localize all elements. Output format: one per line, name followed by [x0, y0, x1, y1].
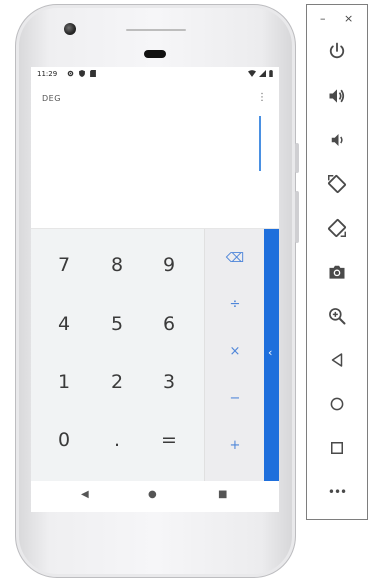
battery-icon: [269, 70, 273, 77]
front-camera: [64, 23, 76, 35]
volume-up-button[interactable]: [324, 83, 350, 109]
back-triangle-icon: [331, 353, 343, 367]
close-button[interactable]: ×: [344, 12, 353, 25]
screenshot-button[interactable]: [324, 259, 350, 285]
zoom-button[interactable]: [324, 303, 350, 329]
rotate-right-icon: [328, 219, 346, 237]
rotate-right-button[interactable]: [324, 215, 350, 241]
overview-square-icon: [331, 442, 343, 454]
phone-screen: 11:29 DEG ⋮ 7 8 9 4 5 6 1 2 3 0 . = ⌫ ÷: [31, 67, 279, 512]
sd-card-icon: [90, 70, 96, 77]
status-notification-icons: [67, 70, 96, 77]
back-button[interactable]: [324, 347, 350, 373]
more-options-button[interactable]: •••: [324, 479, 350, 505]
key-4[interactable]: 4: [39, 296, 89, 352]
settings-icon: [67, 70, 74, 77]
zoom-in-icon: [329, 308, 346, 325]
overview-button[interactable]: [324, 435, 350, 461]
chevron-left-icon: ‹: [268, 346, 273, 359]
key-7[interactable]: 7: [39, 237, 89, 293]
camera-icon: [329, 265, 345, 279]
divide-button[interactable]: ÷: [205, 281, 265, 327]
rotate-left-icon: [328, 175, 346, 193]
home-nav-icon[interactable]: ●: [148, 489, 157, 500]
key-0[interactable]: 0: [39, 412, 89, 468]
key-equals[interactable]: =: [144, 412, 194, 468]
key-5[interactable]: 5: [92, 296, 142, 352]
wifi-icon: [248, 70, 256, 77]
key-decimal[interactable]: .: [92, 412, 142, 468]
multiply-button[interactable]: ×: [205, 328, 265, 374]
key-3[interactable]: 3: [144, 354, 194, 410]
power-button[interactable]: [324, 38, 350, 64]
volume-up-icon: [329, 89, 345, 103]
status-system-icons: [248, 70, 273, 77]
angle-mode-label[interactable]: DEG: [42, 94, 61, 103]
advanced-functions-drawer[interactable]: ‹: [264, 229, 279, 481]
earpiece: [144, 50, 166, 58]
add-button[interactable]: +: [205, 422, 265, 468]
volume-down-button[interactable]: [324, 127, 350, 153]
volume-down-icon: [331, 134, 343, 146]
emulator-toolbar: – × •••: [306, 4, 368, 520]
power-icon: [329, 42, 345, 59]
key-8[interactable]: 8: [92, 237, 142, 293]
key-2[interactable]: 2: [92, 354, 142, 410]
phone-volume-button: [295, 191, 299, 243]
number-keypad: 7 8 9 4 5 6 1 2 3 0 . =: [31, 229, 204, 481]
key-6[interactable]: 6: [144, 296, 194, 352]
key-1[interactable]: 1: [39, 354, 89, 410]
top-speaker-grille: [126, 29, 186, 31]
text-cursor: [259, 116, 261, 171]
status-time: 11:29: [37, 70, 58, 78]
navigation-bar: ◀ ● ■: [31, 481, 279, 512]
key-9[interactable]: 9: [144, 237, 194, 293]
subtract-button[interactable]: −: [205, 375, 265, 421]
overflow-menu-icon[interactable]: ⋮: [257, 93, 267, 103]
recents-nav-icon[interactable]: ■: [218, 489, 227, 500]
status-bar: 11:29: [31, 67, 279, 84]
signal-icon: [259, 70, 266, 77]
home-circle-icon: [330, 397, 344, 411]
home-button[interactable]: [324, 391, 350, 417]
rotate-left-button[interactable]: [324, 171, 350, 197]
back-nav-icon[interactable]: ◀: [81, 489, 89, 500]
minimize-button[interactable]: –: [320, 12, 326, 25]
operator-column: ⌫ ÷ × − +: [204, 229, 265, 481]
shield-icon: [79, 70, 85, 77]
phone-side-button: [295, 143, 299, 173]
backspace-button[interactable]: ⌫: [205, 235, 265, 281]
calculator-display: DEG ⋮: [31, 84, 279, 229]
